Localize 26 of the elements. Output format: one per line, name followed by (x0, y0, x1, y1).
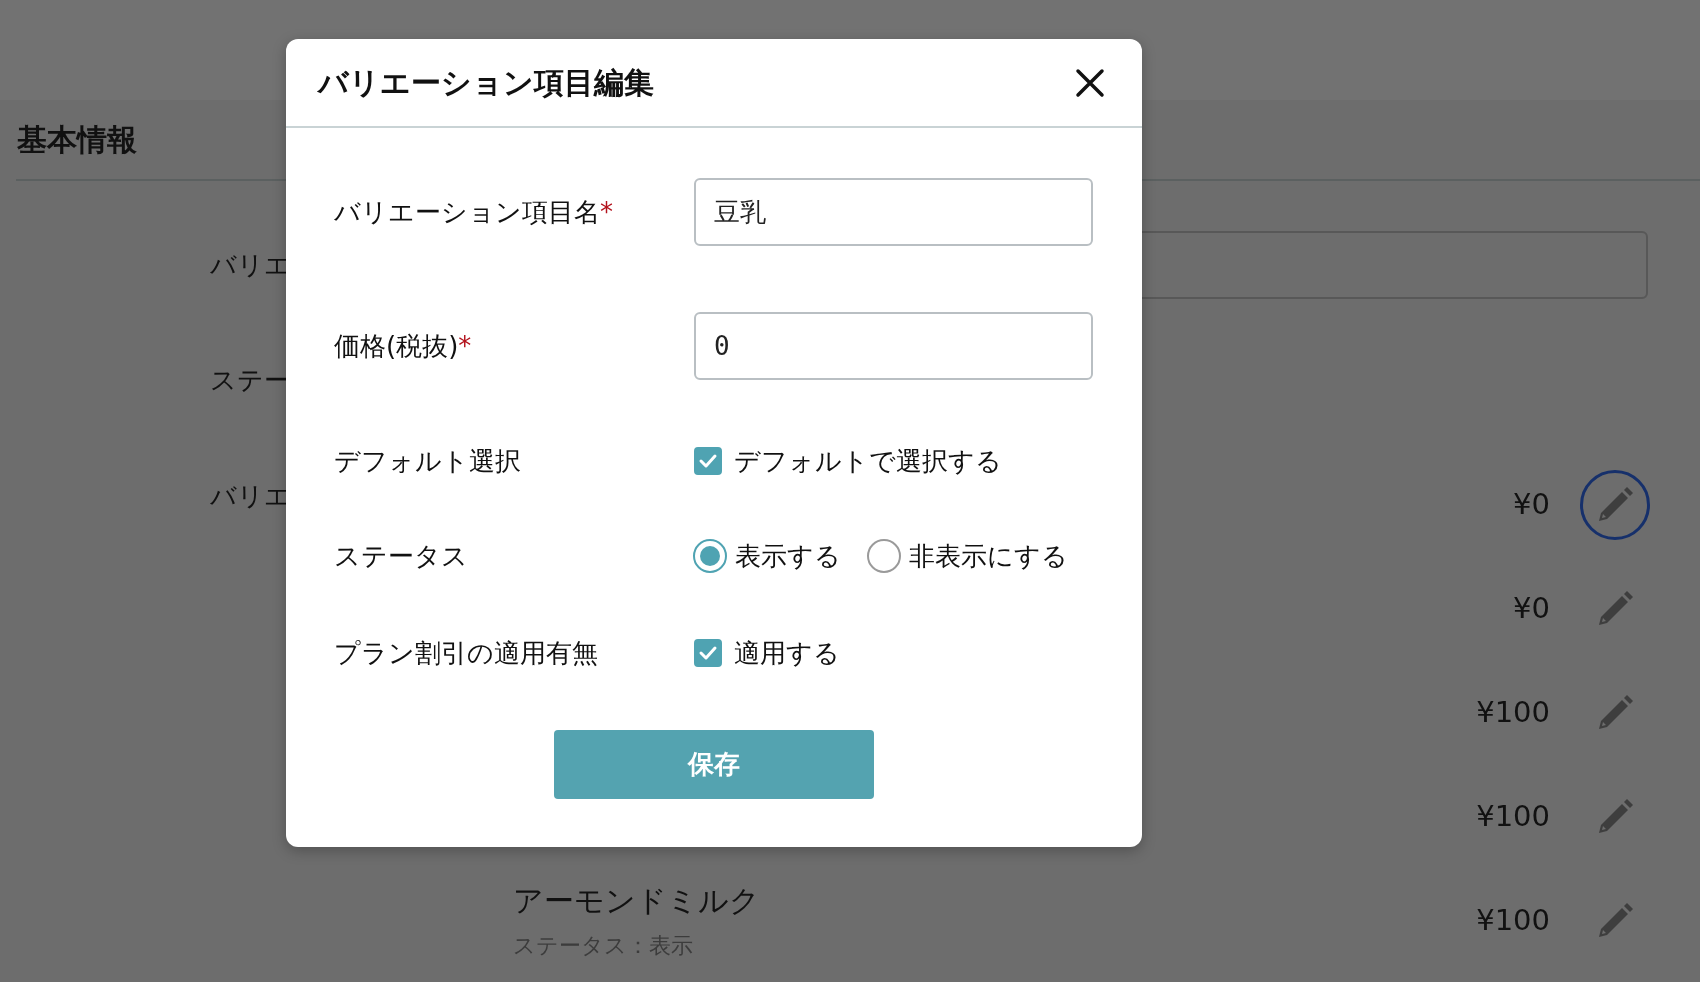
field-label: バリエーション項目名* (334, 195, 614, 229)
item-price: ¥100 (1476, 902, 1550, 940)
section-title: 基本情報 (17, 121, 137, 158)
checkbox-label: デフォルトで選択する (734, 444, 1002, 478)
price-field[interactable]: 0 (694, 312, 1093, 380)
item-price: ¥0 (1513, 486, 1550, 524)
field-label: 価格(税抜)* (334, 329, 473, 363)
item-name: アーモンドミルク (513, 882, 761, 920)
radio-label: 表示する (735, 539, 841, 573)
radio-button[interactable] (693, 539, 727, 573)
field-label: プラン割引の適用有無 (334, 636, 599, 670)
radio-button[interactable] (867, 539, 901, 573)
name-field[interactable]: 豆乳 (694, 178, 1093, 246)
item-price: ¥100 (1476, 798, 1550, 836)
field-label: バリエ (210, 249, 291, 282)
dialog-title: バリエーション項目編集 (318, 64, 654, 101)
item-price: ¥0 (1513, 590, 1550, 628)
edit-button[interactable] (1580, 470, 1650, 540)
checkbox[interactable] (694, 639, 722, 667)
field-label: デフォルト選択 (334, 444, 522, 478)
item-price: ¥100 (1476, 694, 1550, 732)
checkbox-label: 適用する (734, 636, 840, 670)
field-label: バリエ (210, 480, 291, 513)
field-label: ステータス (334, 539, 469, 573)
radio-label: 非表示にする (909, 539, 1068, 573)
checkbox[interactable] (694, 447, 722, 475)
